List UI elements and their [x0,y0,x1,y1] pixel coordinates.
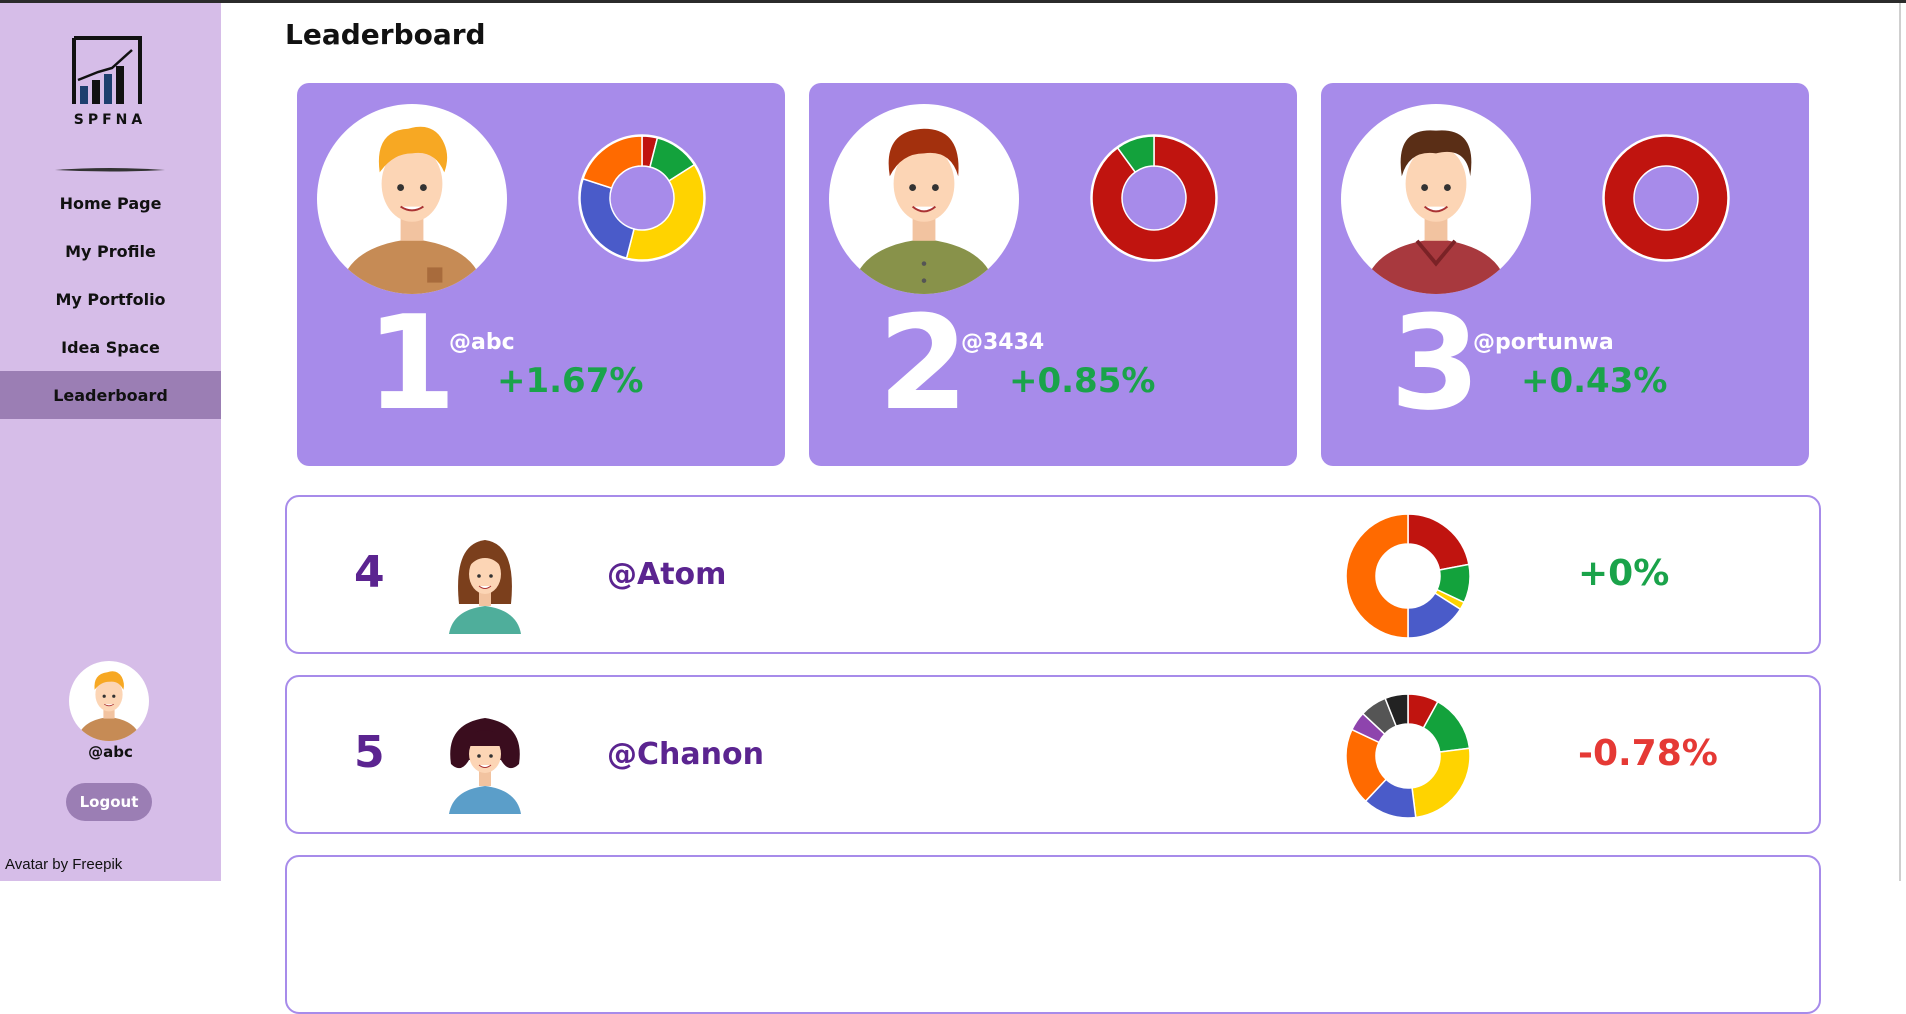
donut-segment [1345,513,1409,639]
nav-item-label: Leaderboard [53,385,168,405]
nav-item-my-profile[interactable]: My Profile [0,227,221,275]
dark-hair-woman-avatar-icon [449,718,521,814]
change-percent: +1.67% [497,361,644,401]
avatar-credit: Avatar by Freepik [5,856,123,873]
portfolio-donut-chart [1090,134,1218,262]
leaderboard-row[interactable]: 5 @Chanon -0.78% [285,675,1821,834]
avatar [435,524,535,634]
sidebar-divider [55,168,165,172]
avatar [1341,104,1531,294]
brown-hair-woman-avatar-icon [449,540,521,634]
podium-card-2[interactable]: 2 @3434 +0.85% [809,83,1297,466]
page-title: Leaderboard [285,18,486,51]
avatar [829,104,1019,294]
username: @Chanon [607,737,764,772]
nav-item-leaderboard[interactable]: Leaderboard [0,371,221,419]
red-hair-man-avatar-icon [851,128,997,294]
nav-item-home-page[interactable]: Home Page [0,179,221,227]
change-percent: +0% [1578,553,1670,594]
podium-card-3[interactable]: 3 @portunwa +0.43% [1321,83,1809,466]
nav-item-my-portfolio[interactable]: My Portfolio [0,275,221,323]
nav-item-label: Idea Space [61,337,160,357]
blond-man-avatar-icon [339,126,485,294]
podium-card-1[interactable]: 1 @abc +1.67% [297,83,785,466]
blond-man-avatar-icon [77,671,141,741]
rank-number: 5 [354,727,385,778]
avatar [317,104,507,294]
rank-number: 2 [878,287,969,439]
username: @abc [449,330,515,355]
portfolio-donut-chart [1344,512,1472,640]
nav-item-label: Home Page [59,193,162,213]
change-percent: +0.85% [1009,361,1156,401]
leaderboard-row[interactable]: 4 @Atom +0% [285,495,1821,654]
nav-item-idea-space[interactable]: Idea Space [0,323,221,371]
nav-item-label: My Profile [65,241,156,261]
portfolio-donut-chart [1344,692,1472,820]
spfna-logo[interactable]: SPFNA [66,32,154,128]
donut-segment [1407,513,1470,571]
donut-segment [582,135,643,190]
logout-button[interactable]: Logout [66,783,152,821]
change-percent: +0.43% [1521,361,1668,401]
donut-segment [1411,747,1471,819]
leaderboard-row[interactable] [285,855,1821,1014]
username: @3434 [961,330,1045,355]
portfolio-donut-chart [1602,134,1730,262]
donut-segment [579,177,635,259]
sidebar: SPFNA Home Page My Profile My Portfolio … [0,0,221,881]
rank-number: 3 [1390,287,1481,439]
rank-number: 4 [354,547,385,598]
brown-hair-man-avatar-icon [1363,130,1509,294]
nav-item-label: My Portfolio [55,289,166,309]
username: @Atom [607,557,727,592]
avatar [435,704,535,814]
window-top-edge [0,0,1906,3]
portfolio-donut-chart [578,134,706,262]
change-percent: -0.78% [1578,733,1718,774]
donut-segment [625,163,705,261]
username: @portunwa [1473,330,1614,355]
rank-number: 1 [366,287,457,439]
user-handle: @abc [88,743,133,761]
logo-text: SPFNA [74,112,146,128]
donut-segment [1603,135,1729,261]
scrollbar[interactable] [1899,0,1901,881]
sidebar-nav: Home Page My Profile My Portfolio Idea S… [0,179,221,419]
user-avatar[interactable] [69,661,149,741]
